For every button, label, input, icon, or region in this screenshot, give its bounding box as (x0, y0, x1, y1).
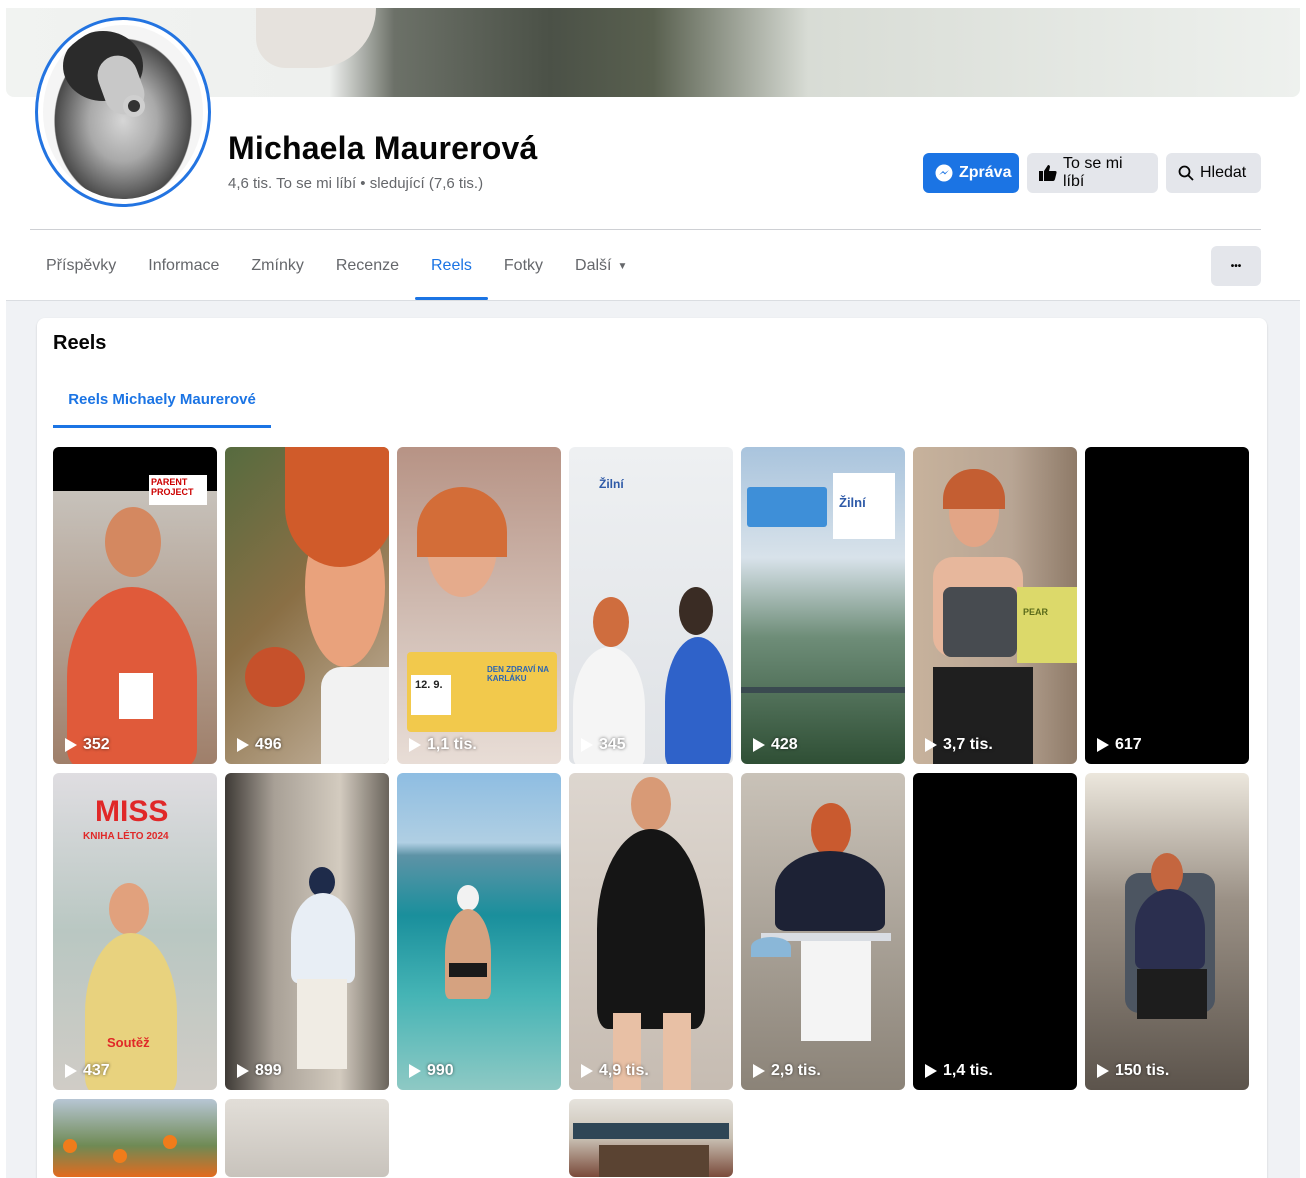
reel-views: 437 (65, 1062, 110, 1080)
reel-item[interactable]: 2,9 tis. (741, 773, 905, 1090)
play-icon (581, 1064, 593, 1078)
messenger-icon (935, 164, 953, 182)
like-button[interactable]: To se mi líbí (1027, 153, 1158, 193)
qr-code-icon (119, 673, 153, 719)
reel-item[interactable]: MISS KNIHA LÉTO 2024 Soutěž 437 (53, 773, 217, 1090)
reel-item[interactable]: 150 tis. (1085, 773, 1249, 1090)
reels-card: Reels Reels Michaely Maurerové PARENT PR… (37, 318, 1267, 1178)
reels-subtab[interactable]: Reels Michaely Maurerové (53, 370, 271, 428)
tab-more[interactable]: Další ▼ (559, 232, 643, 300)
play-icon (925, 738, 937, 752)
reel-views: 2,9 tis. (753, 1062, 821, 1080)
zilni-poradna-logo: Žilní (833, 473, 895, 539)
reel-views: 899 (237, 1062, 282, 1080)
kniha-leto-banner: KNIHA LÉTO 2024 (83, 831, 169, 842)
reel-views: 150 tis. (1097, 1062, 1169, 1080)
like-label: To se mi líbí (1063, 155, 1123, 190)
reel-views: 352 (65, 736, 110, 754)
reel-views: 1,1 tis. (409, 736, 477, 754)
reel-item[interactable]: Žilní 345 (569, 447, 733, 764)
play-icon (753, 1064, 765, 1078)
reel-views: 428 (753, 736, 798, 754)
reel-item[interactable]: 4,9 tis. (569, 773, 733, 1090)
play-icon (581, 738, 593, 752)
play-icon (65, 1064, 77, 1078)
reel-views: 4,9 tis. (581, 1062, 649, 1080)
reel-item[interactable] (569, 1099, 733, 1177)
play-icon (1097, 1064, 1109, 1078)
play-icon (237, 1064, 249, 1078)
event-banner: DEN ZDRAVÍ NA KARLÁKU (487, 665, 549, 683)
reel-item[interactable] (225, 1099, 389, 1177)
message-button[interactable]: Zpráva (923, 153, 1019, 193)
search-icon (1178, 165, 1194, 181)
tab-photos[interactable]: Fotky (488, 232, 559, 300)
thumbs-up-icon (1039, 165, 1057, 181)
reel-views: 3,7 tis. (925, 736, 993, 754)
zilni-logo: Žilní (599, 477, 624, 491)
play-icon (65, 738, 77, 752)
caret-down-icon: ▼ (617, 260, 628, 272)
ellipsis-icon: ••• (1230, 260, 1242, 272)
date-card: 12. 9. (411, 675, 451, 715)
profile-stats[interactable]: 4,6 tis. To se mi líbí • sledující (7,6 … (228, 175, 483, 192)
more-options-button[interactable]: ••• (1211, 246, 1261, 286)
header-divider (30, 229, 1261, 230)
play-icon (753, 738, 765, 752)
mango-image (245, 647, 305, 707)
reel-item[interactable]: 899 (225, 773, 389, 1090)
reel-item[interactable] (53, 1099, 217, 1177)
tab-mentions[interactable]: Zmínky (235, 232, 319, 300)
search-button[interactable]: Hledat (1166, 153, 1261, 193)
reel-views: 617 (1097, 736, 1142, 754)
iron-icon (751, 937, 791, 957)
tab-about[interactable]: Informace (132, 232, 235, 300)
tab-posts[interactable]: Příspěvky (30, 232, 132, 300)
reel-views: 345 (581, 736, 626, 754)
profile-name: Michaela Maurerová (228, 130, 538, 166)
reel-item[interactable]: 990 (397, 773, 561, 1090)
miss-logo: MISS (95, 795, 169, 828)
reels-title: Reels (53, 332, 107, 354)
reel-views: 496 (237, 736, 282, 754)
reel-item[interactable]: 1,4 tis. (913, 773, 1077, 1090)
contest-label: Soutěž (107, 1035, 150, 1050)
tab-reels[interactable]: Reels (415, 232, 488, 300)
reel-item[interactable]: 12. 9. DEN ZDRAVÍ NA KARLÁKU 1,1 tis. (397, 447, 561, 764)
reel-views: 1,4 tis. (925, 1062, 993, 1080)
profile-tabs: Příspěvky Informace Zmínky Recenze Reels… (30, 232, 643, 300)
reel-item[interactable]: PARENT PROJECT 352 (53, 447, 217, 764)
play-icon (1097, 738, 1109, 752)
search-label: Hledat (1200, 164, 1247, 181)
product-box: PEAR (1017, 587, 1077, 663)
message-label: Zpráva (959, 164, 1012, 181)
play-icon (925, 1064, 937, 1078)
info-bubble (747, 487, 827, 527)
reel-item[interactable]: PEAR 3,7 tis. (913, 447, 1077, 764)
play-icon (409, 1064, 421, 1078)
play-icon (409, 738, 421, 752)
play-icon (237, 738, 249, 752)
reel-views: 990 (409, 1062, 454, 1080)
reel-item[interactable]: Žilní 428 (741, 447, 905, 764)
parent-project-logo: PARENT PROJECT (149, 475, 207, 505)
profile-avatar[interactable] (35, 17, 211, 207)
reel-item[interactable]: 617 (1085, 447, 1249, 764)
tab-reviews[interactable]: Recenze (320, 232, 415, 300)
reel-item[interactable]: 496 (225, 447, 389, 764)
